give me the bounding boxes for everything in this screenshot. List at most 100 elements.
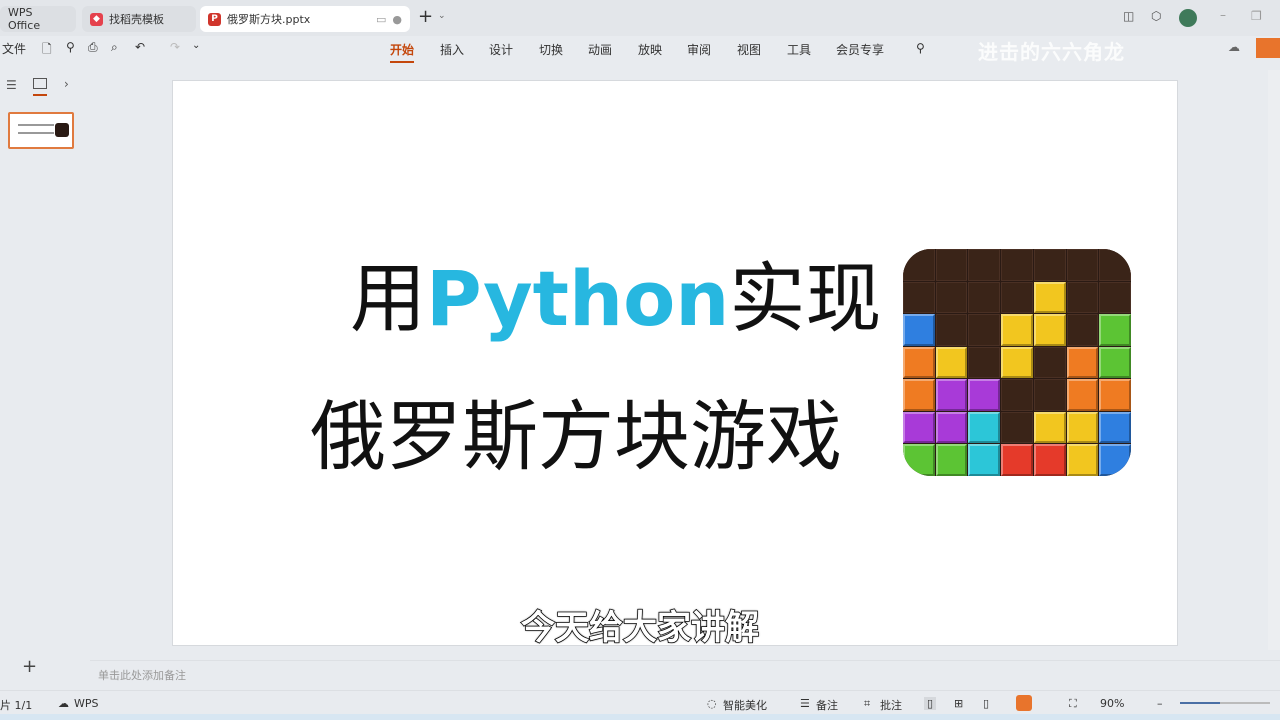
add-slide-button[interactable]: +	[22, 656, 37, 677]
tab-wps-office[interactable]: WPS Office	[0, 6, 76, 32]
tetris-block	[968, 444, 1001, 476]
notes-button[interactable]: 备注	[816, 697, 838, 713]
taskbar-strip	[0, 714, 1280, 720]
tetris-block	[903, 314, 935, 346]
tetris-block	[1033, 411, 1066, 444]
tetris-block	[935, 314, 968, 346]
search-icon[interactable]: ⚲	[916, 41, 925, 55]
comment-icon[interactable]: ⌗	[864, 697, 870, 711]
comments-button[interactable]: 批注	[880, 697, 902, 713]
print-icon[interactable]: ⎙	[88, 40, 98, 55]
grid-view-icon[interactable]: ⊞	[954, 697, 963, 710]
cube-icon[interactable]: ⬡	[1151, 9, 1161, 23]
zoom-out-button[interactable]: –	[1157, 697, 1163, 710]
tetris-block	[1033, 249, 1066, 281]
title-text: 用	[350, 254, 426, 343]
tetris-block	[903, 346, 935, 379]
notes-icon[interactable]: ☰	[800, 697, 810, 710]
tetris-block	[935, 411, 968, 444]
tetris-block	[1066, 314, 1099, 346]
normal-view-icon[interactable]: ▯	[924, 697, 937, 710]
tetris-block	[1066, 346, 1099, 379]
tetris-block	[935, 444, 968, 476]
menu-review[interactable]: 审阅	[687, 41, 711, 58]
slides-icon[interactable]	[33, 78, 47, 89]
tetris-block	[1033, 281, 1066, 314]
outline-icon[interactable]: ☰	[6, 78, 17, 92]
unsaved-dot-icon: ●	[392, 12, 402, 26]
slide-title-line1[interactable]: 用Python实现	[350, 256, 881, 342]
menu-member[interactable]: 会员专享	[836, 41, 884, 58]
menu-slideshow[interactable]: 放映	[638, 41, 662, 58]
chevron-down-icon[interactable]: ⌄	[438, 11, 446, 21]
notes-field[interactable]: 单击此处添加备注	[90, 660, 1280, 690]
cloud-icon[interactable]: ☁	[1228, 40, 1240, 54]
menu-transition[interactable]: 切换	[539, 41, 563, 58]
menu-view[interactable]: 视图	[737, 41, 761, 58]
zoom-level[interactable]: 90%	[1100, 697, 1124, 710]
fit-icon[interactable]: ⛶	[1069, 697, 1077, 711]
tetris-block	[903, 281, 935, 314]
wps-cloud-icon[interactable]: ☁	[58, 697, 69, 710]
undo-icon[interactable]: ↶	[135, 40, 145, 54]
slide-thumbnail-1[interactable]	[8, 112, 74, 149]
tetris-block	[1033, 346, 1066, 379]
tetris-block	[1001, 314, 1033, 346]
tetris-block	[1001, 249, 1033, 281]
tab-label: WPS Office	[8, 6, 41, 32]
title-bar: WPS Office ◆ 找稻壳模板 P 俄罗斯方块.pptx ▭ ● + ⌄ ◫ ⬡ …	[0, 0, 1280, 36]
tetris-block	[935, 281, 968, 314]
tetris-block	[935, 346, 968, 379]
more-chevron-icon[interactable]: ⌄	[192, 40, 200, 51]
new-tab-button[interactable]: +	[418, 6, 433, 27]
menu-home[interactable]: 开始	[390, 41, 415, 63]
tetris-block	[968, 249, 1001, 281]
zoom-slider[interactable]	[1180, 702, 1270, 704]
tetris-block	[968, 411, 1001, 444]
tetris-block	[1033, 379, 1066, 411]
thumbnail-text	[18, 132, 54, 134]
tab-document[interactable]: P 俄罗斯方块.pptx ▭ ●	[200, 6, 410, 32]
tetris-block	[935, 249, 968, 281]
beautify-button[interactable]: 智能美化	[723, 697, 767, 713]
play-button[interactable]	[1016, 695, 1032, 711]
tab-label: 俄罗斯方块.pptx	[227, 13, 311, 26]
save-icon[interactable]: 🗋	[42, 40, 52, 61]
tetris-block	[1099, 346, 1131, 379]
tetris-block	[968, 346, 1001, 379]
tetris-block	[1099, 281, 1131, 314]
share-icon[interactable]: ⚲	[66, 40, 75, 54]
menu-tools[interactable]: 工具	[787, 41, 811, 58]
tetris-block	[903, 379, 935, 411]
tab-templates[interactable]: ◆ 找稻壳模板	[82, 6, 196, 32]
status-bar: 片 1/1 ☁ WPS ◌ 智能美化 ☰ 备注 ⌗ 批注 ▯ ⊞ ▯ ⛶ 90%…	[0, 690, 1280, 714]
tetris-block	[968, 379, 1001, 411]
chevron-right-icon[interactable]: ›	[64, 77, 69, 91]
reading-view-icon[interactable]: ▯	[983, 697, 989, 710]
tetris-block	[1066, 444, 1099, 476]
thumbnail-text	[18, 124, 54, 126]
slide-panel: ☰ ›	[0, 70, 90, 650]
redo-icon[interactable]: ↷	[170, 40, 180, 54]
share-button[interactable]	[1256, 38, 1280, 58]
restore-button[interactable]: ❐	[1251, 9, 1262, 23]
tetris-block	[968, 281, 1001, 314]
menu-insert[interactable]: 插入	[440, 41, 464, 58]
slide-counter: 片 1/1	[0, 699, 33, 712]
tetris-block	[1001, 379, 1033, 411]
wps-label[interactable]: WPS	[74, 697, 99, 710]
layout-icon[interactable]: ◫	[1123, 9, 1134, 23]
monitor-icon[interactable]: ▭	[376, 13, 386, 26]
avatar[interactable]	[1179, 9, 1197, 27]
beautify-icon[interactable]: ◌	[707, 697, 717, 710]
slide-title-line2[interactable]: 俄罗斯方块游戏	[310, 392, 842, 482]
active-indicator	[33, 94, 47, 96]
tetris-game-image[interactable]	[903, 249, 1131, 476]
print-preview-icon[interactable]: ⌕	[111, 40, 118, 55]
tetris-block	[1033, 444, 1066, 476]
file-menu[interactable]: 文件	[2, 40, 26, 57]
tab-label: 找稻壳模板	[109, 13, 164, 26]
minimize-button[interactable]: –	[1220, 8, 1226, 22]
menu-animation[interactable]: 动画	[588, 41, 612, 58]
menu-design[interactable]: 设计	[489, 41, 513, 58]
